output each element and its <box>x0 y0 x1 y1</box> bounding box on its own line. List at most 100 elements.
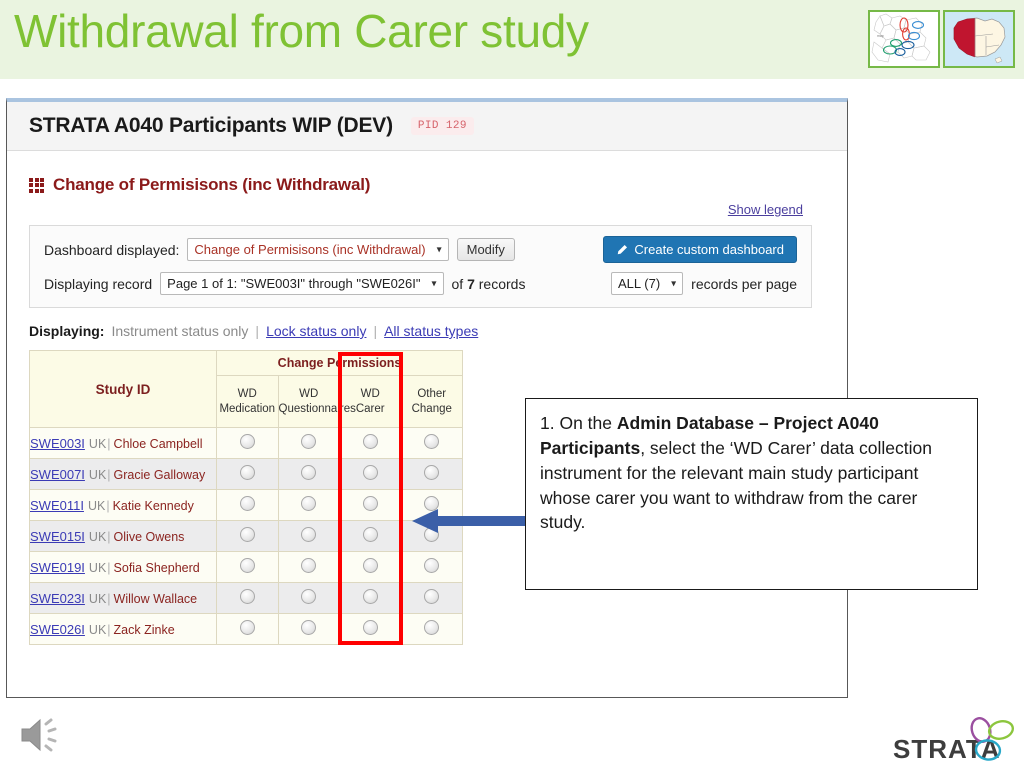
status-bullet-icon[interactable] <box>362 558 378 573</box>
status-cell-wd-questionnaires[interactable] <box>277 427 340 459</box>
australia-map-icon <box>943 10 1015 68</box>
participant-name: Sofia Shepherd <box>113 560 200 575</box>
status-cell-wd-carer[interactable] <box>339 582 402 614</box>
status-cell-wd-questionnaires[interactable] <box>277 520 340 552</box>
status-cell-wd-carer[interactable] <box>339 427 402 459</box>
dashboard-select[interactable]: Change of Permisisons (inc Withdrawal) ▾ <box>187 238 449 261</box>
country-label: UK <box>88 560 107 575</box>
status-cell-wd-medication[interactable] <box>216 458 279 490</box>
column-header-other-change[interactable]: Other Change <box>400 375 463 428</box>
study-id-link[interactable]: SWE007I <box>30 467 85 482</box>
status-bullet-icon[interactable] <box>362 527 378 542</box>
status-cell-wd-medication[interactable] <box>216 489 279 521</box>
create-custom-dashboard-button[interactable]: Create custom dashboard <box>603 236 797 263</box>
filter-instrument-status-only[interactable]: Instrument status only <box>111 323 248 339</box>
status-bullet-icon[interactable] <box>424 465 440 480</box>
study-id-cell: SWE026I UK| Zack Zinke <box>29 613 217 645</box>
column-header-wd-medication[interactable]: WD Medication <box>216 375 279 428</box>
column-group-header-change-permissions: Change Permissions <box>216 349 463 377</box>
status-cell-wd-medication[interactable] <box>216 520 279 552</box>
status-cell-wd-carer[interactable] <box>339 520 402 552</box>
status-bullet-icon[interactable] <box>362 465 378 480</box>
table-row: SWE011I UK| Katie Kennedy <box>29 489 463 521</box>
status-cell-wd-medication[interactable] <box>216 582 279 614</box>
status-bullet-icon[interactable] <box>301 620 317 635</box>
status-bullet-icon[interactable] <box>239 527 255 542</box>
status-bullet-icon[interactable] <box>239 434 255 449</box>
status-cell-wd-medication[interactable] <box>216 427 279 459</box>
dashboard-row-right: Create custom dashboard <box>603 236 797 263</box>
records-per-page-select[interactable]: ALL (7) ▾ <box>611 272 684 295</box>
status-bullet-icon[interactable] <box>239 620 255 635</box>
filter-lock-status-only[interactable]: Lock status only <box>266 323 366 339</box>
status-cell-wd-questionnaires[interactable] <box>277 613 340 645</box>
status-bullet-icon[interactable] <box>301 527 317 542</box>
filter-all-status-types[interactable]: All status types <box>384 323 478 339</box>
status-bullet-icon[interactable] <box>362 496 378 511</box>
instruction-callout: 1. On the Admin Database – Project A040 … <box>525 398 978 590</box>
status-cell-wd-carer[interactable] <box>339 613 402 645</box>
status-bullet-icon[interactable] <box>301 558 317 573</box>
filter-separator-2: | <box>373 323 378 339</box>
status-bullet-icon[interactable] <box>424 620 440 635</box>
status-bullet-icon[interactable] <box>239 589 255 604</box>
study-id-link[interactable]: SWE019I <box>30 560 85 575</box>
study-id-link[interactable]: SWE003I <box>30 436 85 451</box>
status-bullet-icon[interactable] <box>362 589 378 604</box>
study-id-link[interactable]: SWE011I <box>30 498 84 513</box>
status-bullet-icon[interactable] <box>239 496 255 511</box>
status-bullet-icon[interactable] <box>301 589 317 604</box>
of-suffix: records <box>474 275 526 292</box>
status-bullet-icon[interactable] <box>424 558 440 573</box>
record-page-select[interactable]: Page 1 of 1: "SWE003I" through "SWE026I"… <box>160 272 444 295</box>
study-id-cell: SWE003I UK| Chloe Campbell <box>29 427 217 459</box>
status-bullet-icon[interactable] <box>301 434 317 449</box>
status-cell-wd-carer[interactable] <box>339 458 402 490</box>
record-row-right: ALL (7) ▾ records per page <box>611 272 797 295</box>
status-bullet-icon[interactable] <box>239 465 255 480</box>
table-row: SWE023I UK| Willow Wallace <box>29 582 463 614</box>
status-cell-wd-medication[interactable] <box>216 551 279 583</box>
page-title: Withdrawal from Carer study <box>14 5 589 57</box>
show-legend-link[interactable]: Show legend <box>728 202 803 217</box>
create-custom-dashboard-label: Create custom dashboard <box>634 242 784 257</box>
column-header-study-id[interactable]: Study ID <box>29 350 217 428</box>
status-cell-wd-questionnaires[interactable] <box>277 551 340 583</box>
study-id-link[interactable]: SWE023I <box>30 591 85 606</box>
status-cell-wd-questionnaires[interactable] <box>277 489 340 521</box>
status-bullet-icon[interactable] <box>239 558 255 573</box>
status-cell-wd-carer[interactable] <box>339 551 402 583</box>
status-cell-other-change[interactable] <box>400 613 463 645</box>
status-cell-wd-questionnaires[interactable] <box>277 582 340 614</box>
status-bullet-icon[interactable] <box>424 589 440 604</box>
records-count: 7 <box>467 275 475 292</box>
status-cell-other-change[interactable] <box>400 427 463 459</box>
status-bullet-icon[interactable] <box>301 496 317 511</box>
status-cell-wd-questionnaires[interactable] <box>277 458 340 490</box>
status-cell-other-change[interactable] <box>400 458 463 490</box>
study-id-link[interactable]: SWE015I <box>30 529 85 544</box>
project-title: STRATA A040 Participants WIP (DEV) <box>29 114 393 137</box>
column-header-wd-questionnaires[interactable]: WD Questionnaires <box>277 375 356 428</box>
column-header-wd-carer[interactable]: WD Carer <box>339 375 402 428</box>
status-cell-wd-medication[interactable] <box>216 613 279 645</box>
speaker-icon[interactable] <box>18 714 70 756</box>
displaying-record-label: Displaying record <box>44 275 153 292</box>
dashboard-displayed-label: Dashboard displayed: <box>44 241 180 258</box>
status-cell-other-change[interactable] <box>400 582 463 614</box>
pencil-icon <box>618 244 628 254</box>
study-id-link[interactable]: SWE026I <box>30 622 85 637</box>
status-cell-other-change[interactable] <box>400 551 463 583</box>
section-title: Change of Permisisons (inc Withdrawal) <box>53 175 371 194</box>
status-cell-wd-carer[interactable] <box>339 489 402 521</box>
table-row: SWE003I UK| Chloe Campbell <box>29 427 463 459</box>
uk-map-icon: map <box>868 10 940 68</box>
status-bullet-icon[interactable] <box>362 434 378 449</box>
status-bullet-icon[interactable] <box>362 620 378 635</box>
other-change-line1: Other <box>417 388 447 401</box>
participant-name: Zack Zinke <box>113 622 175 637</box>
status-bullet-icon[interactable] <box>424 434 440 449</box>
status-bullet-icon[interactable] <box>301 465 317 480</box>
table-row: SWE019I UK| Sofia Shepherd <box>29 551 463 583</box>
modify-button[interactable]: Modify <box>456 238 515 261</box>
